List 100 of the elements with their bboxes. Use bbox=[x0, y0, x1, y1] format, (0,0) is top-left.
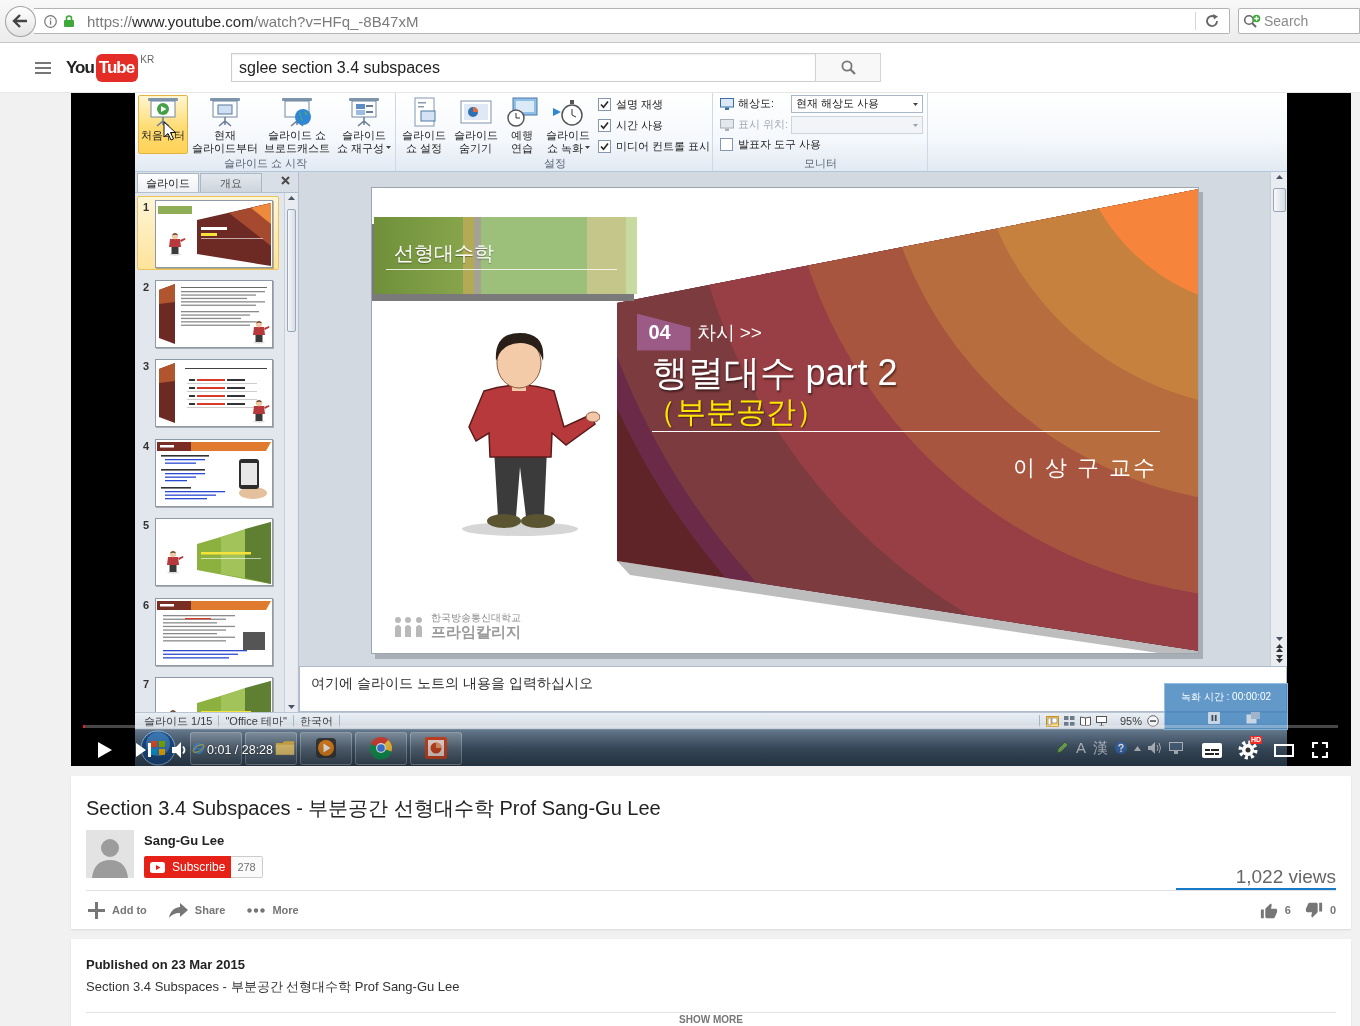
pen-icon[interactable] bbox=[1055, 741, 1069, 755]
dropdown[interactable]: 현재 해상도 사용 bbox=[791, 95, 923, 113]
video-title: Section 3.4 Subspaces - 부분공간 선형대수학 Prof Sang-Gu Lee bbox=[86, 796, 662, 820]
help-icon[interactable] bbox=[1115, 742, 1127, 754]
checkbox-option[interactable]: 미디어 컨트롤 표시 bbox=[598, 139, 710, 154]
zoom-level: 95% bbox=[1119, 715, 1142, 727]
show-more-button[interactable]: SHOW MORE bbox=[679, 1015, 743, 1025]
slide-list-item[interactable]: 7 bbox=[137, 673, 279, 712]
checkbox[interactable] bbox=[598, 119, 612, 132]
tray-caret-icon[interactable] bbox=[1134, 745, 1141, 751]
search-button[interactable] bbox=[815, 53, 881, 82]
slide-number: 3 bbox=[143, 360, 151, 372]
slide-number: 2 bbox=[143, 280, 151, 293]
previous-slide-icon[interactable] bbox=[1275, 644, 1283, 652]
fullscreen-icon bbox=[1312, 742, 1328, 758]
subscribe-button[interactable]: Subscribe bbox=[144, 856, 232, 878]
checkbox-option[interactable]: 발표자 도구 사용 bbox=[720, 137, 923, 152]
pie-tile-icon bbox=[424, 736, 448, 760]
next-slide-icon[interactable] bbox=[1275, 655, 1283, 663]
plus-icon bbox=[88, 901, 105, 919]
checkbox-option[interactable]: 설명 재생 bbox=[598, 97, 710, 112]
slide-number: 4 bbox=[143, 439, 151, 452]
slide-list-item[interactable]: 3 bbox=[137, 355, 279, 429]
language-name: 한국어 bbox=[293, 715, 340, 727]
slide-list-item[interactable]: 6 bbox=[137, 593, 279, 668]
monitor-icon[interactable] bbox=[1169, 742, 1183, 754]
checkbox[interactable] bbox=[598, 140, 612, 153]
screen-icon[interactable] bbox=[1095, 716, 1107, 726]
scroll-up-icon[interactable] bbox=[1275, 175, 1283, 179]
screen-list-icon bbox=[347, 97, 380, 127]
slide-number: 5 bbox=[143, 519, 151, 531]
share-icon bbox=[168, 901, 188, 919]
input-mode-indicator[interactable]: 漢 bbox=[1093, 739, 1108, 757]
panes-layout-icon[interactable] bbox=[1045, 715, 1059, 727]
start-orb-icon[interactable] bbox=[140, 730, 176, 766]
action-button[interactable]: Share bbox=[166, 901, 226, 919]
speaker-icon[interactable] bbox=[1148, 742, 1162, 754]
checkbox-option[interactable]: 시간 사용 bbox=[598, 118, 710, 133]
caret-icon bbox=[913, 102, 918, 106]
channel-name[interactable]: Sang-Gu Lee bbox=[144, 833, 263, 849]
address-field[interactable]: https://www.youtube.com/watch?v=HFq_-8B47xM bbox=[33, 8, 1230, 34]
scroll-up-icon[interactable] bbox=[287, 196, 295, 200]
stopwatch-icon bbox=[552, 97, 585, 127]
group-label: 슬라이드 쇼 시작 bbox=[223, 156, 308, 171]
ribbon-button[interactable]: 슬라이드 숨기기 bbox=[450, 95, 501, 154]
slide-number: 6 bbox=[143, 598, 151, 611]
pane-tab[interactable]: 개요 bbox=[200, 173, 262, 192]
group-label: 설정 bbox=[542, 156, 567, 171]
scroll-down-icon[interactable] bbox=[1275, 637, 1283, 641]
more-icon bbox=[247, 907, 266, 913]
search-field[interactable]: Search bbox=[1238, 8, 1360, 34]
book-icon[interactable] bbox=[1079, 716, 1091, 726]
ribbon-button[interactable]: 슬라이드 쇼 설정 bbox=[399, 95, 449, 154]
session-label: 차시 >> bbox=[696, 320, 762, 345]
dislike-button[interactable]: 0 bbox=[1304, 901, 1336, 919]
checkbox[interactable] bbox=[720, 138, 733, 151]
menu-icon[interactable] bbox=[35, 61, 51, 74]
settings-icon bbox=[1238, 740, 1258, 760]
slide-list-item[interactable]: 5 bbox=[137, 514, 279, 588]
ribbon-button[interactable]: 슬라이드 쇼 녹화 bbox=[543, 95, 594, 154]
thumbs-down-icon bbox=[1304, 901, 1323, 919]
action-button[interactable]: More bbox=[245, 904, 299, 916]
time-display: 0:01 / 28:28 bbox=[207, 743, 274, 757]
like-button[interactable]: 6 bbox=[1259, 901, 1291, 919]
youtube-logo[interactable]: You Tube KR bbox=[66, 53, 155, 82]
ribbon-button[interactable]: 슬라이드 쇼 재구성 bbox=[334, 95, 393, 154]
url-text: https://www.youtube.com/watch?v=HFq_-8B47xM bbox=[86, 12, 419, 30]
group-label: 모니터 bbox=[803, 156, 838, 171]
play-icon bbox=[98, 742, 112, 758]
orbit-ring-icon bbox=[192, 741, 205, 755]
segmented-circle-icon bbox=[369, 736, 393, 760]
slide-list-item[interactable]: 4 bbox=[137, 434, 279, 509]
zoom-out-icon[interactable] bbox=[1147, 715, 1159, 727]
pause-icon[interactable] bbox=[1208, 712, 1220, 724]
presenter-name: 이 상 구 교수 bbox=[1013, 453, 1158, 482]
grid-icon[interactable] bbox=[1063, 716, 1075, 726]
checkbox[interactable] bbox=[598, 98, 612, 111]
action-button[interactable]: Add to bbox=[86, 901, 147, 919]
scrollbar-thumb[interactable] bbox=[286, 209, 296, 332]
back-button[interactable] bbox=[5, 5, 36, 37]
search-field[interactable]: sglee section 3.4 subspaces bbox=[231, 53, 815, 82]
slide-number: 1 bbox=[143, 201, 151, 213]
ribbon-button[interactable]: 현재 슬라이드부터 bbox=[189, 95, 260, 154]
scroll-down-icon[interactable] bbox=[287, 705, 295, 709]
slide-counter: 슬라이드 1/15 bbox=[138, 715, 220, 727]
recording-time: 녹화 시간 : 00:00:02 bbox=[1180, 691, 1271, 703]
slide-list-item[interactable]: 2 bbox=[137, 275, 279, 350]
ribbon-button[interactable]: 예행 연습 bbox=[502, 95, 542, 154]
scrollbar-thumb[interactable] bbox=[1272, 188, 1286, 212]
play-icon bbox=[150, 861, 165, 873]
slide-list-item[interactable]: 1 bbox=[137, 196, 279, 270]
reload-icon[interactable] bbox=[1205, 14, 1219, 28]
ribbon-button[interactable]: 슬라이드 쇼 브로드캐스트 bbox=[261, 95, 333, 154]
input-mode-indicator[interactable]: A bbox=[1076, 739, 1086, 757]
pane-tab[interactable]: 슬라이드 bbox=[137, 173, 199, 192]
close-icon[interactable] bbox=[281, 175, 290, 185]
college-name: 프라임칼리지 bbox=[430, 622, 521, 640]
video-description: Section 3.4 Subspaces - 부분공간 선형대수학 Prof Sang-Gu Lee bbox=[86, 979, 461, 995]
slide-clock-icon bbox=[506, 97, 538, 127]
slide-picture-icon bbox=[459, 97, 492, 127]
